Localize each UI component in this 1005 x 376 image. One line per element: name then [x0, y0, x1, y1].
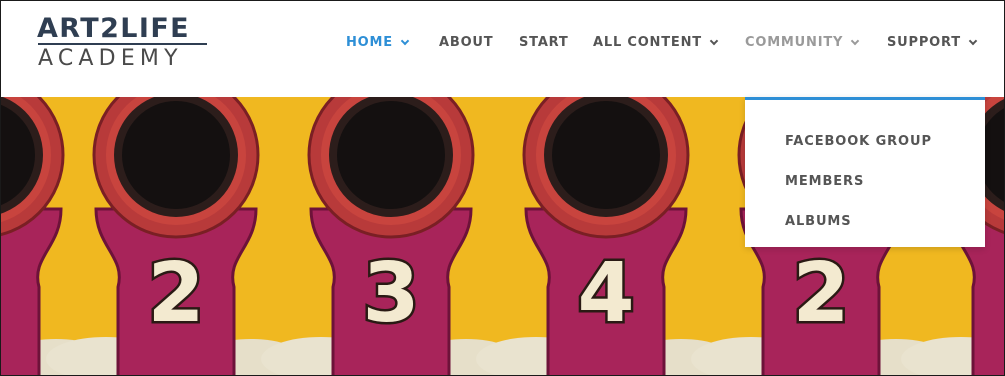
hero-number-3: 4 — [577, 246, 634, 341]
nav-start[interactable]: START — [519, 35, 569, 50]
nav-community[interactable]: COMMUNITY — [745, 35, 860, 50]
chevron-down-icon — [400, 36, 410, 45]
chevron-down-icon — [968, 36, 978, 45]
chevron-down-icon — [850, 36, 860, 45]
dropdown-item-albums[interactable]: ALBUMS — [785, 214, 852, 229]
nav-all-content-label: ALL CONTENT — [593, 35, 702, 50]
hero-number-2: 3 — [362, 246, 419, 341]
nav-all-content[interactable]: ALL CONTENT — [593, 35, 719, 50]
hero-number-4: 2 — [792, 246, 849, 341]
nav-support[interactable]: SUPPORT — [887, 35, 978, 50]
nav-start-label: START — [519, 35, 569, 50]
chevron-down-icon — [709, 36, 719, 45]
nav-about-label: ABOUT — [439, 35, 494, 50]
nav-about[interactable]: ABOUT — [439, 35, 493, 50]
dropdown-item-facebook-group[interactable]: FACEBOOK GROUP — [785, 134, 932, 149]
main-nav: HOME ABOUT START ALL CONTENT COMMUNITY S… — [1, 35, 1004, 53]
nav-community-label: COMMUNITY — [745, 35, 844, 50]
nav-support-label: SUPPORT — [887, 35, 961, 50]
dropdown-item-members[interactable]: MEMBERS — [785, 174, 864, 189]
hero-number-1: 2 — [147, 246, 204, 341]
site-header: ART2LIFE ACADEMY HOME ABOUT START ALL CO… — [1, 1, 1004, 97]
community-dropdown: FACEBOOK GROUP MEMBERS ALBUMS — [745, 97, 985, 247]
nav-home-label: HOME — [346, 35, 393, 50]
nav-home[interactable]: HOME — [346, 35, 410, 50]
page-frame: ART2LIFE ACADEMY HOME ABOUT START ALL CO… — [0, 0, 1005, 376]
